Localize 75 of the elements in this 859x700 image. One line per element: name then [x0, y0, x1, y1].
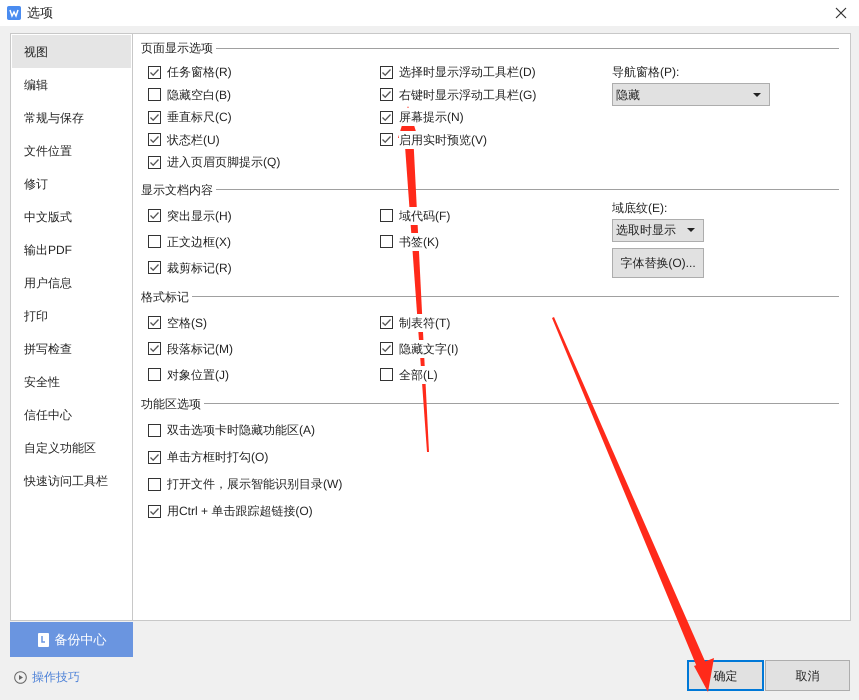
document-icon — [36, 632, 48, 646]
checkbox[interactable] — [148, 342, 161, 355]
checkbox[interactable] — [380, 342, 393, 355]
sidebar-item[interactable]: 中文版式 — [12, 200, 131, 233]
checkbox[interactable] — [148, 316, 161, 329]
checkbox[interactable] — [148, 424, 161, 436]
checkbox-label: 全部(L) — [399, 366, 438, 384]
sidebar-item[interactable]: 自定义功能区 — [12, 431, 131, 464]
checkbox[interactable] — [380, 66, 393, 79]
sidebar-item[interactable]: 信任中心 — [12, 398, 131, 431]
section-heading: 功能区选项 — [141, 396, 201, 412]
checkbox[interactable] — [148, 504, 161, 518]
checkbox[interactable] — [148, 156, 161, 169]
checkbox-label: 选择时显示浮动工具栏(D) — [399, 63, 536, 82]
tips-link[interactable]: 操作技巧 — [14, 668, 80, 686]
sidebar-item[interactable]: 用户信息 — [12, 266, 131, 299]
checkbox[interactable] — [148, 209, 161, 222]
window-title: 选项 — [27, 4, 53, 22]
sidebar-item[interactable]: 修订 — [12, 167, 131, 200]
checkbox[interactable] — [148, 133, 161, 146]
sidebar-item[interactable]: 安全性 — [12, 365, 131, 398]
checkbox[interactable] — [148, 368, 161, 381]
dropdown[interactable]: 选取时显示 — [612, 218, 704, 242]
close-icon[interactable] — [835, 7, 847, 19]
caret-icon — [753, 92, 761, 96]
checkbox-label: 垂直标尺(C) — [167, 108, 232, 126]
checkbox[interactable] — [148, 110, 161, 124]
checkbox[interactable] — [380, 316, 393, 329]
section-heading: 显示文档内容 — [141, 182, 213, 198]
checkbox[interactable] — [380, 110, 393, 124]
sidebar-item[interactable]: 编辑 — [12, 68, 131, 101]
font-replace-button[interactable]: 字体替换(O)... — [612, 248, 704, 278]
checkbox-label: 双击选项卡时隐藏功能区(A) — [167, 421, 315, 439]
checkbox[interactable] — [148, 450, 161, 464]
sidebar-item[interactable]: 输出PDF — [12, 233, 131, 266]
dropdown[interactable]: 隐藏 — [612, 83, 770, 106]
checkbox[interactable] — [380, 133, 393, 146]
checkbox[interactable] — [380, 368, 393, 381]
sidebar-item[interactable]: 视图 — [12, 35, 131, 68]
sidebar-item[interactable]: 快速访问工具栏 — [12, 464, 131, 497]
checkbox-label: 打开文件，展示智能识别目录(W) — [167, 475, 342, 493]
checkbox-label: 书签(K) — [399, 232, 439, 250]
field-label: 导航窗格(P): — [612, 64, 680, 79]
checkbox-label: 启用实时预览(V) — [399, 130, 487, 149]
checkbox-label: 任务窗格(R) — [167, 63, 232, 82]
checkbox-label: 裁剪标记(R) — [167, 258, 232, 276]
checkbox-label: 进入页眉页脚提示(Q) — [167, 153, 280, 172]
caret-icon — [687, 228, 695, 232]
checkbox[interactable] — [148, 66, 161, 79]
checkbox-label: 制表符(T) — [399, 314, 450, 332]
field-label: 域底纹(E): — [612, 200, 668, 214]
checkbox[interactable] — [380, 235, 393, 248]
checkbox[interactable] — [148, 261, 161, 274]
play-circle-icon — [14, 670, 27, 684]
checkbox[interactable] — [380, 209, 393, 222]
sidebar-item[interactable]: 拼写检查 — [12, 332, 131, 365]
sidebar-item[interactable]: 打印 — [12, 299, 131, 332]
checkbox[interactable] — [148, 88, 161, 102]
app-logo-icon — [7, 6, 21, 20]
checkbox[interactable] — [380, 88, 393, 102]
checkbox-label: 隐藏文字(I) — [399, 340, 458, 358]
checkbox-label: 域代码(F) — [399, 206, 450, 224]
checkbox-label: 隐藏空白(B) — [167, 86, 231, 104]
checkbox-label: 突出显示(H) — [167, 206, 232, 224]
checkbox-label: 空格(S) — [167, 314, 207, 332]
checkbox-label: 屏幕提示(N) — [399, 108, 464, 126]
section-heading: 页面显示选项 — [141, 40, 213, 57]
section-heading: 格式标记 — [141, 288, 189, 306]
checkbox[interactable] — [148, 235, 161, 248]
sidebar-item[interactable]: 文件位置 — [12, 134, 131, 167]
sidebar-item[interactable]: 常规与保存 — [12, 101, 131, 134]
cancel-button[interactable]: 取消 — [765, 660, 850, 691]
checkbox-label: 单击方框时打勾(O) — [167, 448, 268, 466]
checkbox-label: 用Ctrl + 单击跟踪超链接(O) — [167, 502, 313, 520]
checkbox[interactable] — [148, 478, 161, 490]
